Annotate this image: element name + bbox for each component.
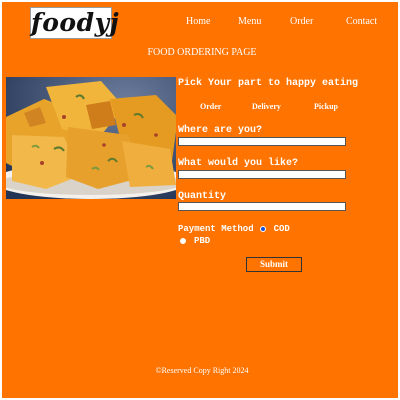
payment-label: Payment Method: [178, 224, 254, 234]
item-label: What would you like?: [178, 158, 299, 169]
nav-menu-link[interactable]: Menu: [238, 16, 261, 27]
page-background: foodyj Home Menu Order Contact FOOD ORDE…: [2, 2, 398, 398]
radio-pbd[interactable]: [180, 238, 186, 244]
option-order[interactable]: Order: [200, 102, 221, 111]
item-input[interactable]: [178, 170, 346, 179]
option-delivery[interactable]: Delivery: [252, 102, 281, 111]
radio-cod[interactable]: [259, 226, 266, 232]
footer-copyright: ©Reserved Copy Right 2024: [155, 366, 249, 375]
payment-row-2: PBD: [180, 236, 210, 246]
food-image: [6, 77, 176, 199]
form-tagline: Pick Your part to happy eating: [178, 78, 359, 89]
nav-order-link[interactable]: Order: [290, 16, 313, 27]
nav-contact-link[interactable]: Contact: [346, 16, 377, 27]
option-pickup[interactable]: Pickup: [314, 102, 338, 111]
quantity-input[interactable]: [178, 202, 346, 211]
radio-pbd-label: PBD: [194, 236, 211, 246]
payment-row: Payment Method COD: [178, 224, 290, 234]
submit-button[interactable]: Submit: [246, 257, 302, 272]
radio-cod-label: COD: [273, 224, 290, 234]
location-input[interactable]: [178, 137, 346, 146]
top-nav: Home Menu Order Contact: [2, 16, 400, 32]
quantity-label: Quantity: [178, 191, 227, 202]
page-title: FOOD ORDERING PAGE: [147, 47, 257, 58]
nav-home-link[interactable]: Home: [186, 16, 210, 27]
location-label: Where are you?: [178, 125, 263, 136]
